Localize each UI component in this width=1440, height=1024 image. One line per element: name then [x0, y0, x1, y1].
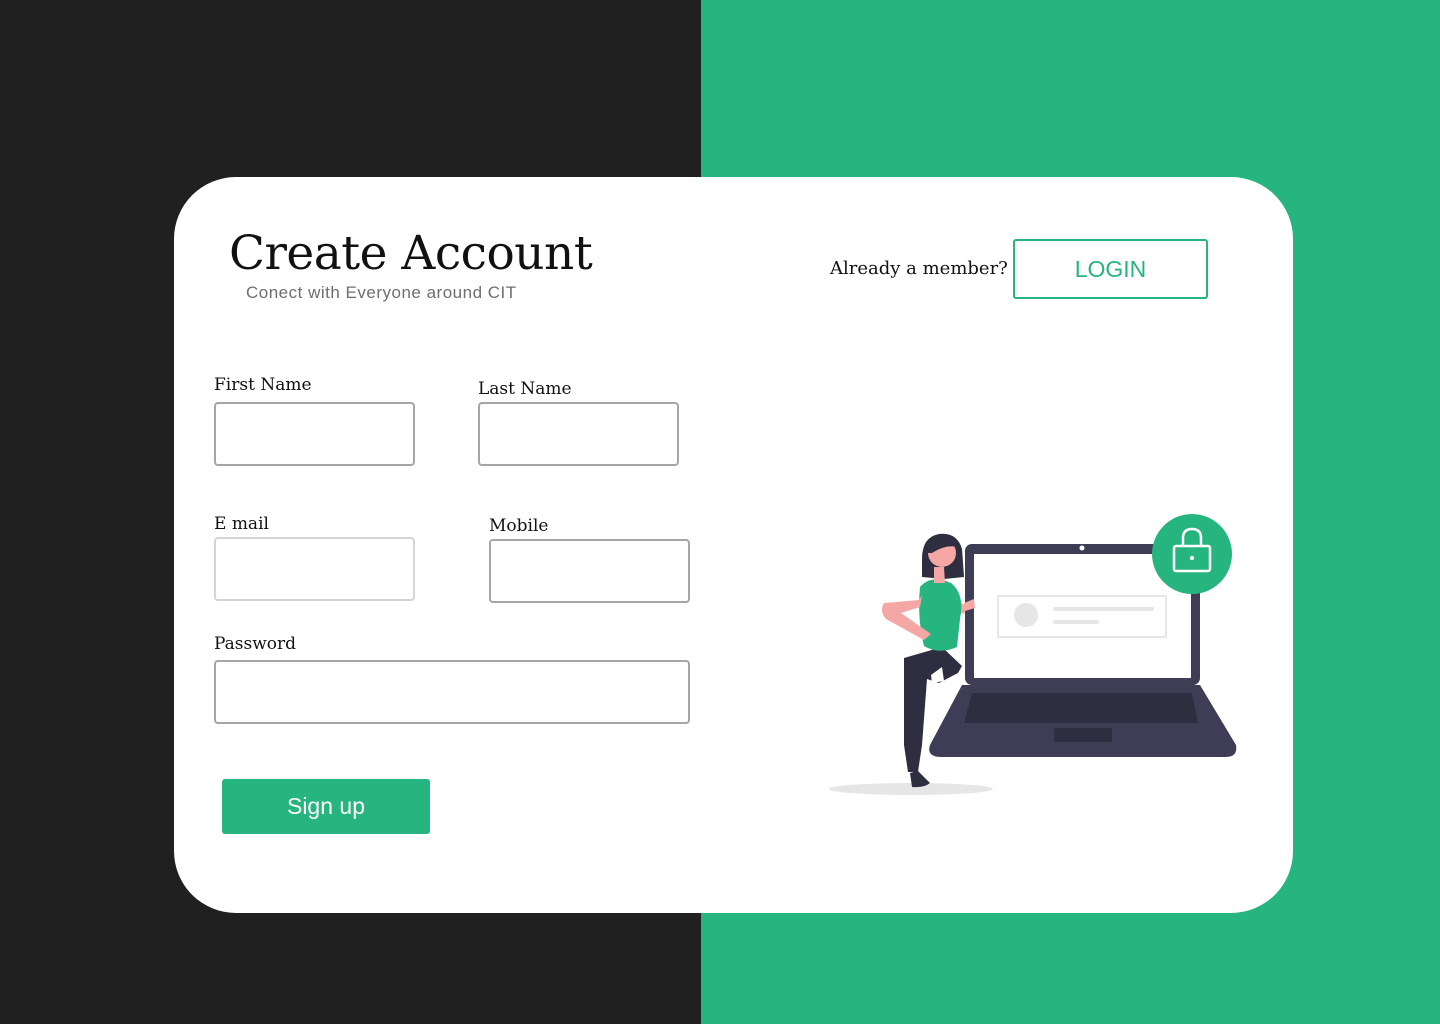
ground-shadow — [829, 783, 993, 795]
password-label: Password — [214, 634, 297, 654]
lock-keyhole — [1189, 555, 1195, 561]
laptop-keyboard — [964, 693, 1198, 723]
first-name-input[interactable] — [214, 402, 415, 466]
last-name-input[interactable] — [478, 402, 679, 466]
last-name-label: Last Name — [478, 379, 572, 399]
email-input[interactable] — [214, 537, 415, 601]
screen-text-line-2 — [1053, 620, 1099, 624]
screen-avatar — [1014, 603, 1038, 627]
laptop-trackpad — [1054, 728, 1112, 742]
already-member-text: Already a member? — [830, 258, 1008, 279]
mobile-input[interactable] — [489, 539, 690, 603]
woman-shoe — [910, 771, 930, 788]
page-title: Create Account — [229, 226, 593, 281]
login-button[interactable]: LOGIN — [1013, 239, 1208, 299]
woman-neck — [934, 567, 945, 583]
laptop-camera — [1079, 545, 1085, 551]
signup-button[interactable]: Sign up — [222, 779, 430, 834]
screen-text-line-1 — [1053, 607, 1154, 611]
first-name-label: First Name — [214, 375, 312, 395]
lock-badge-circle — [1152, 514, 1232, 594]
password-input[interactable] — [214, 660, 690, 724]
signup-card: Create Account Conect with Everyone arou… — [174, 177, 1293, 913]
page-subtitle: Conect with Everyone around CIT — [246, 283, 517, 302]
login-illustration — [829, 514, 1237, 795]
lock-badge — [1152, 514, 1232, 594]
woman-shirt — [919, 579, 962, 651]
email-label: E mail — [214, 514, 269, 534]
mobile-label: Mobile — [489, 516, 549, 536]
